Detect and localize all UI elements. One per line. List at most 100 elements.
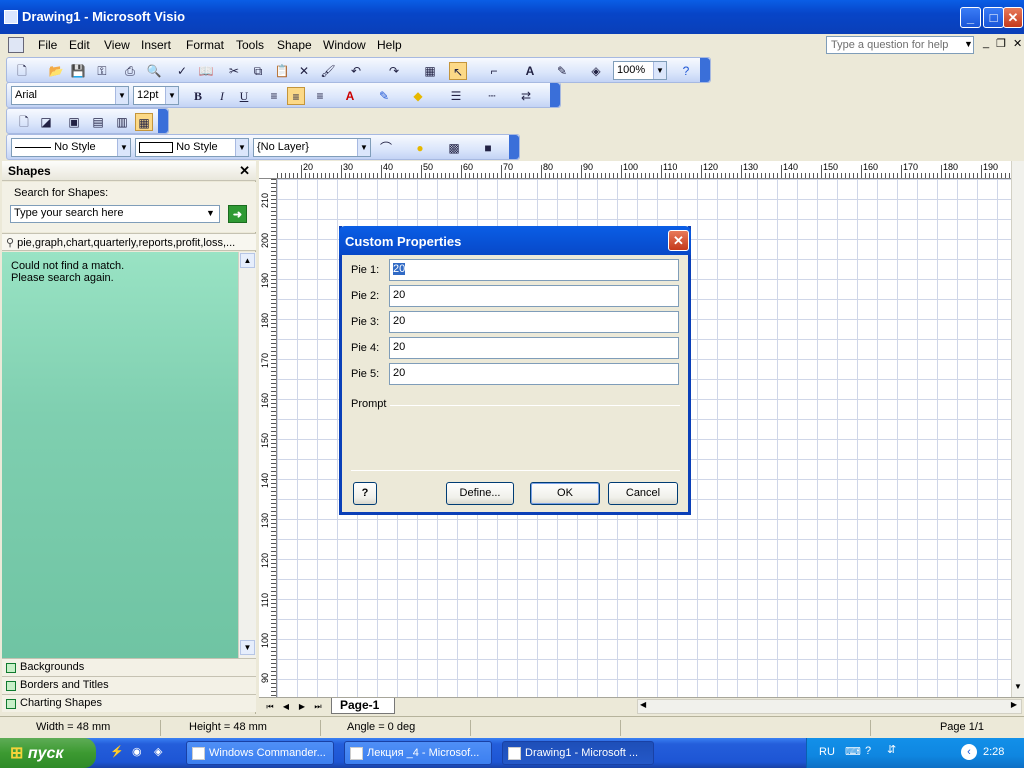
previous-page-icon[interactable]: ◀ [279, 700, 293, 713]
close-icon[interactable]: ✕ [239, 163, 250, 179]
layer-select[interactable]: {No Layer} ▼ [253, 138, 371, 157]
cut-icon[interactable]: ✂ [225, 62, 243, 80]
task-windows-commander[interactable]: Windows Commander... [186, 741, 334, 765]
underline-icon[interactable]: U [235, 87, 253, 105]
open-icon[interactable]: 📂 [47, 62, 65, 80]
line-pattern-icon[interactable]: ┄ [483, 87, 501, 105]
doc-minimize-icon[interactable]: _ [983, 37, 989, 49]
chevron-down-icon[interactable]: ▼ [235, 139, 248, 156]
define-button[interactable]: Define... [446, 482, 514, 505]
menu-view[interactable]: View [104, 38, 130, 52]
zoom-select[interactable]: 100% ▼ [613, 61, 667, 80]
redo-icon[interactable]: ↷ [385, 62, 403, 80]
size-position-icon[interactable]: ▤ [89, 113, 107, 131]
keyboard-icon[interactable]: ⌨ [845, 745, 861, 758]
copy-icon[interactable]: ⧉ [249, 62, 267, 80]
pie-1-input[interactable]: 20 [389, 259, 679, 281]
toolbar-options-icon[interactable] [700, 58, 710, 82]
pie-2-input[interactable]: 20 [389, 285, 679, 307]
maximize-button[interactable]: □ [983, 7, 1004, 28]
document-icon[interactable] [8, 37, 24, 53]
language-indicator[interactable]: RU [819, 746, 835, 758]
menu-window[interactable]: Window [323, 38, 366, 52]
font-color-icon[interactable]: A [341, 87, 359, 105]
search-results-tab[interactable]: ⚲ pie,graph,chart,quarterly,reports,prof… [2, 233, 256, 251]
corner-rounding-icon[interactable]: ⌒ [377, 139, 395, 157]
custom-properties-icon[interactable]: ▦ [135, 113, 153, 131]
italic-icon[interactable]: I [213, 87, 231, 105]
help-tray-icon[interactable]: ? [865, 745, 871, 757]
format-painter-icon[interactable]: 🖌 [319, 62, 337, 80]
layout-icon[interactable]: ◪ [37, 113, 55, 131]
spelling-icon[interactable]: ✓ [173, 62, 191, 80]
stencil-backgrounds[interactable]: Backgrounds [2, 658, 256, 676]
align-center-icon[interactable]: ≡ [287, 87, 305, 105]
visio-app-icon[interactable] [4, 10, 18, 24]
save-icon[interactable]: 💾 [69, 62, 87, 80]
scroll-right-icon[interactable]: ▶ [1011, 700, 1017, 709]
bold-icon[interactable]: B [189, 87, 207, 105]
page-tab[interactable]: Page-1 [331, 698, 395, 714]
menu-file[interactable]: File [38, 38, 57, 52]
print-icon[interactable]: ⎙ [121, 62, 139, 80]
drawing-explorer-icon[interactable]: ▥ [113, 113, 131, 131]
start-button[interactable]: ⊞ пуск [0, 738, 96, 768]
align-left-icon[interactable]: ≡ [265, 87, 283, 105]
toolbar-options-icon[interactable] [509, 135, 519, 159]
research-icon[interactable]: 📖 [197, 62, 215, 80]
chevron-down-icon[interactable]: ▼ [206, 208, 215, 218]
quicklaunch-icon-3[interactable]: ◈ [154, 745, 162, 758]
line-weight-icon[interactable]: ☰ [447, 87, 465, 105]
undo-icon[interactable]: ↶ [347, 62, 365, 80]
stamp-tool-icon[interactable]: ◈ [587, 62, 605, 80]
pan-zoom-icon[interactable]: ▣ [65, 113, 83, 131]
shapes-icon[interactable]: ▦ [421, 62, 439, 80]
help-search-input[interactable]: Type a question for help [826, 36, 974, 54]
fill-pattern-icon[interactable]: ▩ [445, 139, 463, 157]
minimize-button[interactable]: _ [960, 7, 981, 28]
scroll-down-icon[interactable]: ▼ [1012, 679, 1024, 695]
tray-expand-icon[interactable]: ‹ [961, 744, 977, 760]
scroll-up-icon[interactable]: ▲ [240, 253, 255, 268]
chevron-down-icon[interactable]: ▼ [117, 139, 130, 156]
chevron-down-icon[interactable]: ▼ [165, 87, 178, 104]
pencil-tool-icon[interactable]: ✎ [553, 62, 571, 80]
shadow-color-icon[interactable]: ■ [479, 139, 497, 157]
results-scrollbar[interactable]: ▲ ▼ [238, 252, 256, 658]
stencil-charting-shapes[interactable]: Charting Shapes [2, 694, 256, 712]
close-button[interactable]: ✕ [1003, 7, 1023, 28]
print-preview-icon[interactable]: 🔍 [145, 62, 163, 80]
pie-5-input[interactable]: 20 [389, 363, 679, 385]
search-go-button[interactable]: ➜ [228, 205, 247, 223]
menu-tools[interactable]: Tools [236, 38, 264, 52]
menu-help[interactable]: Help [377, 38, 402, 52]
doc-close-icon[interactable]: ✕ [1013, 37, 1022, 50]
help-button[interactable]: ? [353, 482, 377, 505]
font-select[interactable]: Arial ▼ [11, 86, 129, 105]
toolbar-options-icon[interactable] [158, 109, 168, 133]
quicklaunch-icon-1[interactable]: ⚡ [110, 745, 124, 758]
fill-icon[interactable]: ● [411, 139, 429, 157]
align-right-icon[interactable]: ≡ [311, 87, 329, 105]
chevron-down-icon[interactable]: ▼ [357, 139, 370, 156]
pointer-tool-icon[interactable]: ↖ [449, 62, 467, 80]
menu-edit[interactable]: Edit [69, 38, 90, 52]
ok-button[interactable]: OK [530, 482, 600, 505]
menu-shape[interactable]: Shape [277, 38, 312, 52]
help-dropdown-icon[interactable]: ▼ [964, 39, 973, 49]
line-style-select[interactable]: No Style ▼ [11, 138, 131, 157]
horizontal-scrollbar[interactable]: ◀ ▶ [637, 699, 1022, 714]
network-icon[interactable]: ⇵ [887, 743, 896, 756]
pie-4-input[interactable]: 20 [389, 337, 679, 359]
menu-format[interactable]: Format [186, 38, 224, 52]
new-icon[interactable]: 🗋 [13, 62, 31, 80]
vertical-scrollbar[interactable]: ▼ [1011, 161, 1024, 697]
scroll-down-icon[interactable]: ▼ [240, 640, 255, 655]
pie-3-input[interactable]: 20 [389, 311, 679, 333]
help-icon[interactable]: ? [677, 62, 695, 80]
next-page-icon[interactable]: ▶ [295, 700, 309, 713]
chevron-down-icon[interactable]: ▼ [653, 62, 666, 79]
task-visio-drawing[interactable]: Drawing1 - Microsoft ... [502, 741, 654, 765]
font-size-select[interactable]: 12pt ▼ [133, 86, 179, 105]
toolbar-options-icon[interactable] [550, 83, 560, 107]
